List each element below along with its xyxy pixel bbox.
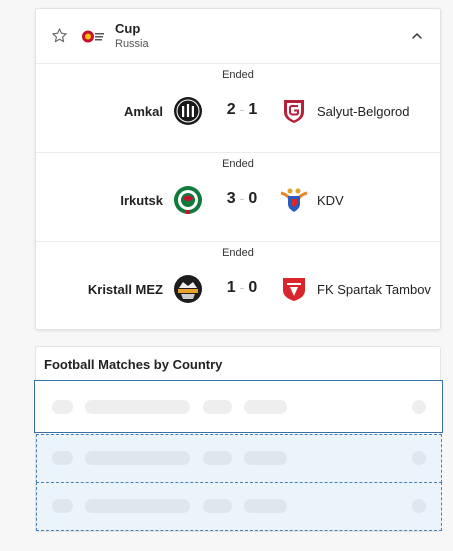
home-score: 1 <box>226 279 236 296</box>
home-team-name: Irkutsk <box>120 193 163 208</box>
away-team-name: FK Spartak Tambov <box>317 282 431 297</box>
score-separator: - <box>239 279 245 295</box>
away-team-name: Salyut-Belgorod <box>317 104 410 119</box>
match-status: Ended <box>222 69 254 81</box>
match-score: 3-0 <box>212 190 272 208</box>
skeleton-bar <box>244 499 287 513</box>
match-status: Ended <box>222 247 254 259</box>
match-status: Ended <box>222 158 254 170</box>
cup-competition-card: Cup Russia Ended Amkal 2-1 Salyut-Belgor… <box>35 8 441 330</box>
competition-name: Cup <box>115 21 141 36</box>
home-team-name: Kristall MEZ <box>87 282 163 297</box>
home-score: 2 <box>226 101 236 118</box>
country-skeleton-row[interactable] <box>36 434 442 483</box>
irkutsk-logo-icon <box>174 186 202 214</box>
away-score: 0 <box>248 190 258 207</box>
skeleton-bar <box>52 451 73 465</box>
competition-country: Russia <box>115 38 149 50</box>
skeleton-bar <box>244 451 287 465</box>
match-row[interactable]: Ended Amkal 2-1 Salyut-Belgorod <box>36 64 440 153</box>
skeleton-bar <box>412 499 426 513</box>
country-skeleton-row[interactable] <box>34 380 443 433</box>
skeleton-bar <box>52 499 73 513</box>
countries-section-title: Football Matches by Country <box>44 357 223 372</box>
match-score: 2-1 <box>212 101 272 119</box>
away-score: 1 <box>248 101 258 118</box>
skeleton-bar <box>85 499 190 513</box>
home-score: 3 <box>226 190 236 207</box>
skeleton-bar <box>52 400 73 414</box>
country-skeleton-row[interactable] <box>36 482 442 531</box>
skeleton-bar <box>203 400 232 414</box>
kdv-logo-icon <box>280 188 308 212</box>
skeleton-bar <box>85 400 190 414</box>
match-score: 1-0 <box>212 279 272 297</box>
amkal-logo-icon <box>174 97 202 125</box>
countries-card: Football Matches by Country <box>34 346 443 532</box>
match-row[interactable]: Ended Kristall MEZ 1-0 FK Spartak Tambov <box>36 242 440 331</box>
skeleton-bar <box>244 400 287 414</box>
match-row[interactable]: Ended Irkutsk 3-0 KDV <box>36 153 440 242</box>
skeleton-bar <box>85 451 190 465</box>
competition-header[interactable]: Cup Russia <box>36 9 440 64</box>
skeleton-bar <box>203 499 232 513</box>
away-score: 0 <box>248 279 258 296</box>
spartak-tambov-logo-icon <box>283 278 305 301</box>
score-separator: - <box>239 101 245 117</box>
skeleton-bar <box>412 451 426 465</box>
away-team-name: KDV <box>317 193 344 208</box>
skeleton-bar <box>412 400 426 414</box>
chevron-up-icon[interactable] <box>409 28 425 44</box>
competition-logo-icon <box>82 30 104 43</box>
star-outline-icon[interactable] <box>51 27 68 44</box>
salyut-belgorod-logo-icon <box>284 100 304 123</box>
skeleton-bar <box>203 451 232 465</box>
kristall-mez-logo-icon <box>174 275 202 303</box>
home-team-name: Amkal <box>123 104 163 119</box>
score-separator: - <box>239 190 245 206</box>
